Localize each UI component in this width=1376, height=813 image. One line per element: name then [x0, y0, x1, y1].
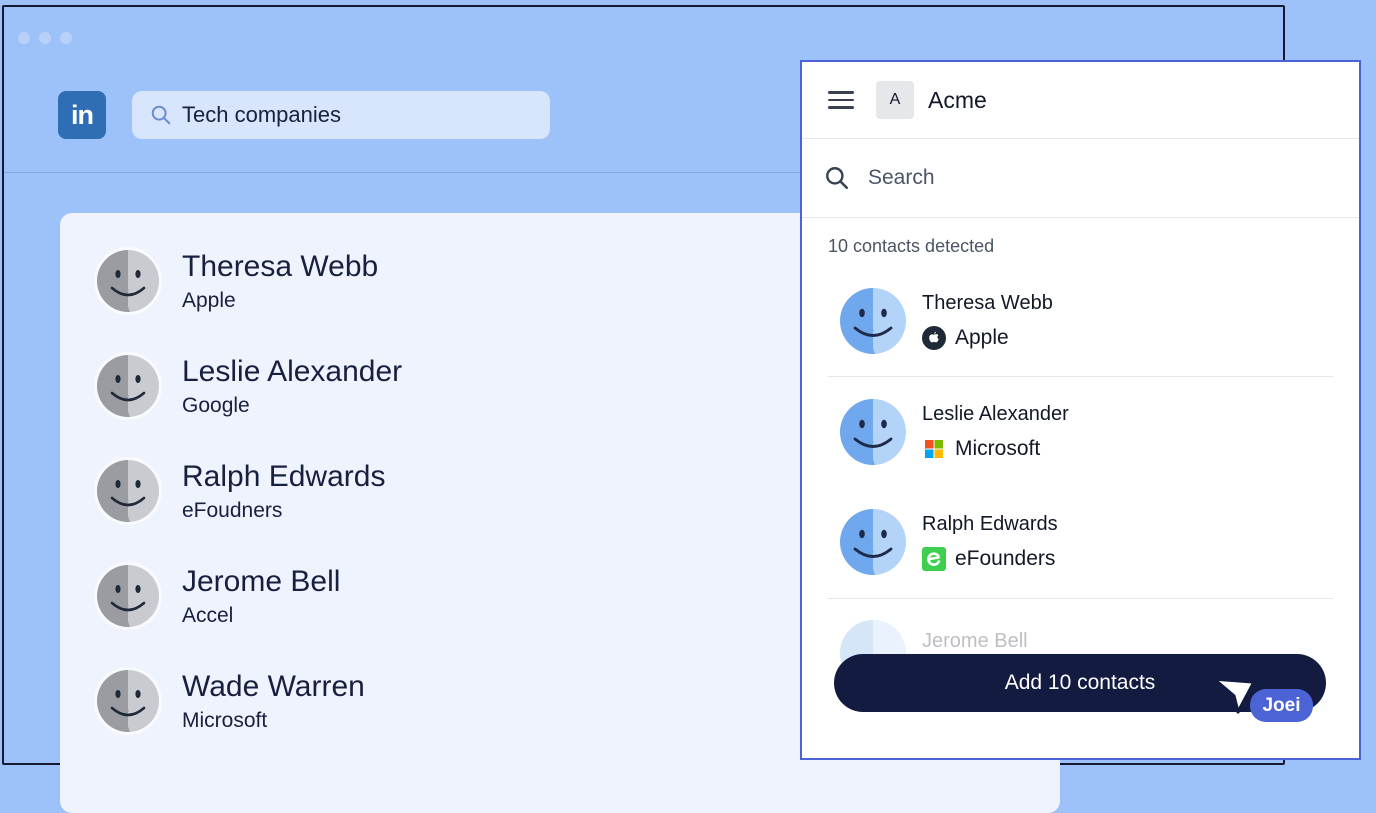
avatar [840, 399, 906, 465]
microsoft-icon [922, 437, 946, 461]
list-item[interactable]: Theresa Webb Apple [840, 288, 1053, 354]
avatar [840, 509, 906, 575]
contacts-detected-label: 10 contacts detected [828, 236, 995, 256]
contact-name: Theresa Webb [922, 292, 1053, 314]
contact-name[interactable]: Jerome Bell [182, 564, 340, 600]
list-item[interactable]: Jerome Bell Accel [94, 562, 340, 630]
contact-name[interactable]: Ralph Edwards [182, 459, 385, 495]
contact-company: Apple [955, 326, 1009, 349]
contact-name: Jerome Bell [922, 629, 1028, 652]
list-item[interactable]: Theresa Webb Apple [94, 247, 378, 315]
contact-name[interactable]: Theresa Webb [182, 249, 378, 285]
linkedin-logo[interactable]: in [58, 91, 106, 139]
contact-name: Leslie Alexander [922, 403, 1069, 425]
extension-popup: A Acme 10 contacts detected Theresa Webb… [800, 60, 1361, 760]
popup-search-bar [802, 139, 1359, 218]
minimize-dot[interactable] [39, 32, 51, 44]
contact-company: Apple [182, 289, 236, 312]
divider [828, 598, 1333, 599]
workspace-badge[interactable]: A [876, 81, 914, 119]
close-dot[interactable] [18, 32, 30, 44]
workspace-name[interactable]: Acme [928, 87, 987, 114]
list-item[interactable]: Ralph Edwards eFoudners [94, 457, 385, 525]
list-item[interactable]: Leslie Alexander Google [94, 352, 402, 420]
collaborator-cursor-label: Joei [1250, 689, 1313, 722]
contact-name[interactable]: Wade Warren [182, 669, 365, 705]
search-input[interactable] [866, 165, 1270, 191]
avatar [94, 667, 162, 735]
contact-company: eFoudners [182, 499, 283, 522]
popup-header: A Acme [802, 62, 1359, 139]
list-item[interactable]: Ralph Edwards eFounders [840, 509, 1058, 575]
avatar [94, 562, 162, 630]
contact-company: Microsoft [182, 709, 268, 732]
efounders-icon [922, 547, 946, 571]
avatar [840, 288, 906, 354]
maximize-dot[interactable] [60, 32, 72, 44]
list-item[interactable]: Leslie Alexander Microsoft [840, 399, 1069, 465]
contact-name[interactable]: Leslie Alexander [182, 354, 402, 390]
window-controls [18, 32, 72, 44]
avatar [94, 247, 162, 315]
contact-company: Accel [182, 604, 234, 627]
linkedin-search-bar[interactable]: Tech companies [132, 91, 550, 139]
contact-company: Google [182, 394, 250, 417]
apple-icon [922, 326, 946, 350]
divider [828, 376, 1333, 377]
contact-company: Microsoft [955, 437, 1041, 460]
avatar [94, 457, 162, 525]
search-icon [826, 167, 849, 190]
avatar [94, 352, 162, 420]
hamburger-menu-icon[interactable] [828, 91, 854, 109]
list-item[interactable]: Wade Warren Microsoft [94, 667, 365, 735]
contact-name: Ralph Edwards [922, 513, 1058, 535]
search-icon [151, 105, 171, 125]
contact-company: eFounders [955, 547, 1056, 570]
search-query: Tech companies [182, 102, 341, 127]
